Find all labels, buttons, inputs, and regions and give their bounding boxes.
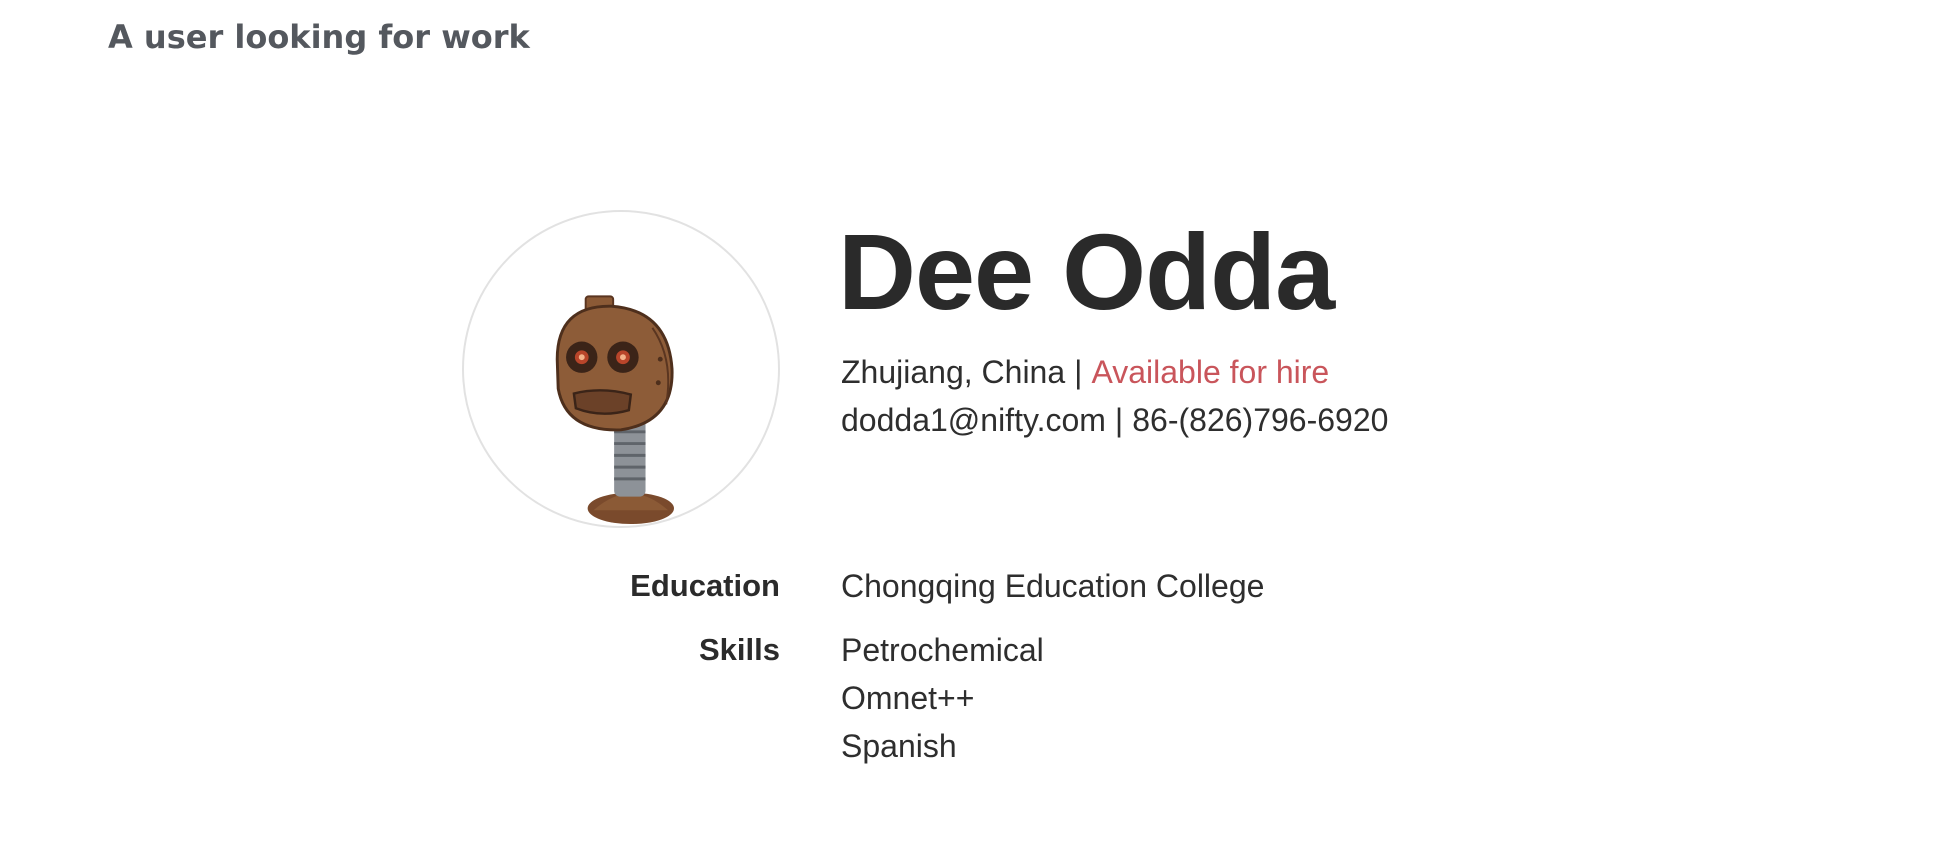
contact-line: dodda1@nifty.com | 86-(826)796-6920 [841,400,1388,440]
education-label: Education [630,568,780,603]
skill-item: Petrochemical [841,632,1044,668]
separator: | [1074,354,1083,390]
skills-list: Petrochemical Omnet++ Spanish [841,626,1044,770]
page-title: A user looking for work [108,18,530,56]
profile-name: Dee Odda [838,211,1335,332]
location-text: Zhujiang, China [841,354,1066,390]
skill-item: Omnet++ [841,680,975,716]
location-line: Zhujiang, China | Available for hire [841,352,1329,392]
avatar [462,210,780,528]
skills-label: Skills [699,632,780,667]
robot-avatar-icon [555,295,674,525]
email-text: dodda1@nifty.com [841,402,1106,438]
separator: | [1114,402,1124,438]
skill-item: Spanish [841,728,957,764]
availability-status: Available for hire [1091,354,1330,390]
education-value: Chongqing Education College [841,568,1265,604]
phone-text: 86-(826)796-6920 [1132,402,1389,438]
